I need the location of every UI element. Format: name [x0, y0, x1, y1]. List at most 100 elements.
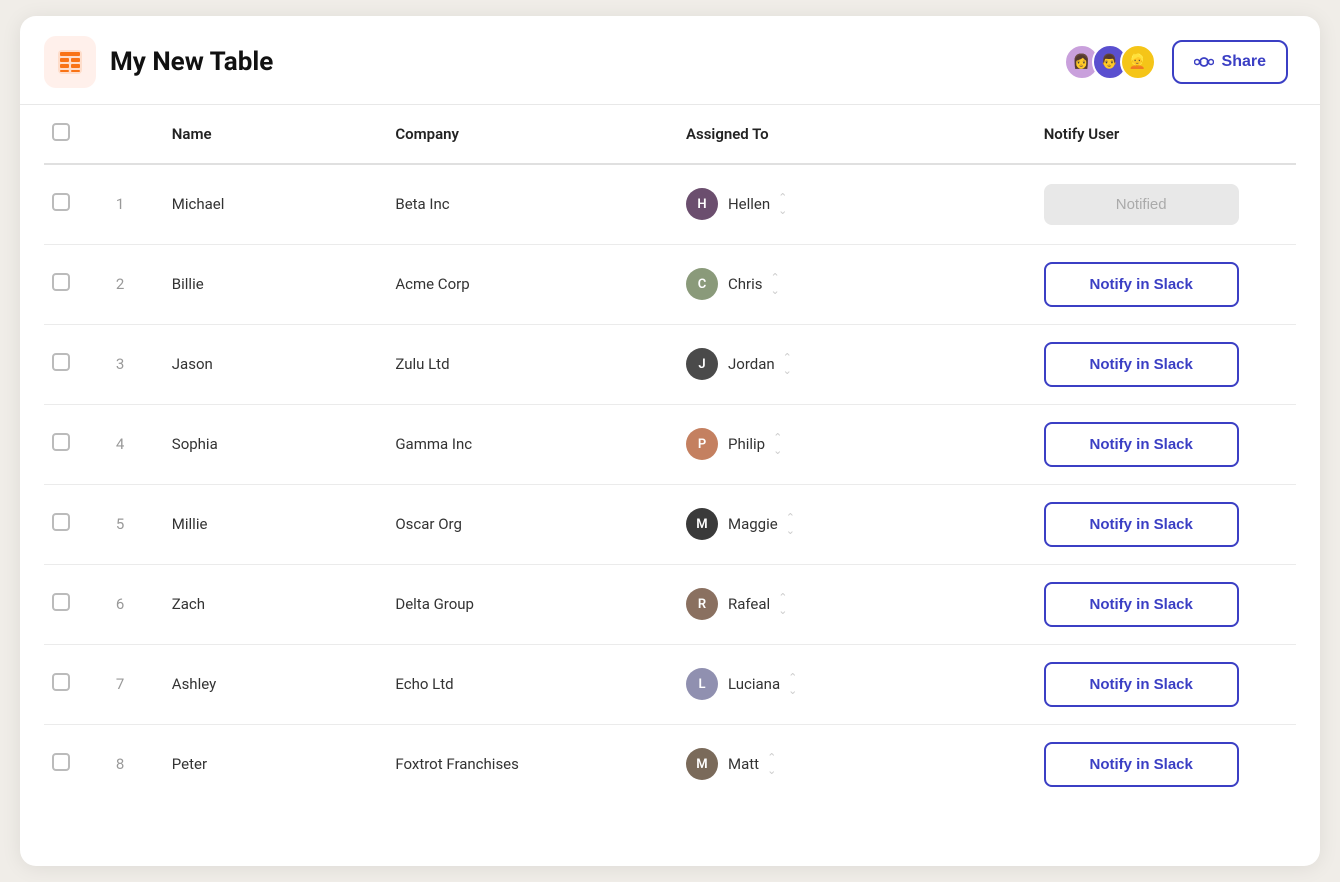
sort-arrows[interactable]: ⌃⌄ [786, 511, 795, 537]
notify-slack-button[interactable]: Notify in Slack [1044, 502, 1239, 547]
row-checkbox[interactable] [52, 673, 70, 691]
row-name: Michael [156, 164, 380, 244]
header-right: 👩 👨 👱 Share [1064, 40, 1288, 84]
notify-slack-button[interactable]: Notify in Slack [1044, 262, 1239, 307]
notify-slack-button[interactable]: Notify in Slack [1044, 342, 1239, 387]
notify-slack-button[interactable]: Notify in Slack [1044, 422, 1239, 467]
row-checkbox-cell [44, 244, 100, 324]
assigned-wrapper: MMatt ⌃⌄ [686, 748, 1012, 780]
share-button[interactable]: Share [1172, 40, 1288, 84]
row-assigned: HHellen ⌃⌄ [670, 164, 1028, 244]
header-left: My New Table [44, 36, 273, 88]
assigned-wrapper: HHellen ⌃⌄ [686, 188, 1012, 220]
row-company: Oscar Org [379, 484, 670, 564]
row-name: Peter [156, 724, 380, 804]
user-avatar: P [686, 428, 718, 460]
assigned-name: Matt [728, 755, 759, 773]
col-header-assigned: Assigned To [670, 105, 1028, 164]
row-assigned: J Jordan ⌃⌄ [670, 324, 1028, 404]
row-name: Zach [156, 564, 380, 644]
row-number: 3 [100, 324, 156, 404]
assigned-cell: C Chris [686, 268, 763, 300]
row-notify: Notify in Slack [1028, 244, 1296, 324]
row-notify: Notify in Slack [1028, 484, 1296, 564]
sort-arrows[interactable]: ⌃⌄ [773, 431, 782, 457]
assigned-cell: J Jordan [686, 348, 775, 380]
row-checkbox[interactable] [52, 193, 70, 211]
col-header-company: Company [379, 105, 670, 164]
sort-arrows[interactable]: ⌃⌄ [783, 351, 792, 377]
row-company: Foxtrot Franchises [379, 724, 670, 804]
checkbox-header [44, 105, 100, 164]
row-checkbox-cell [44, 404, 100, 484]
row-company: Zulu Ltd [379, 324, 670, 404]
row-assigned: MMaggie⌃⌄ [670, 484, 1028, 564]
row-company: Acme Corp [379, 244, 670, 324]
row-number: 2 [100, 244, 156, 324]
col-header-notify: Notify User [1028, 105, 1296, 164]
row-company: Gamma Inc [379, 404, 670, 484]
row-number: 7 [100, 644, 156, 724]
row-company: Beta Inc [379, 164, 670, 244]
user-avatar: M [686, 508, 718, 540]
col-header-name: Name [156, 105, 380, 164]
collaborator-avatars: 👩 👨 👱 [1064, 44, 1156, 80]
table-icon [56, 48, 84, 76]
table-row: 1MichaelBeta IncHHellen⌃⌄Notified [44, 164, 1296, 244]
user-avatar: L [686, 668, 718, 700]
assigned-name: Chris [728, 275, 763, 293]
table-row: 7AshleyEcho LtdLLuciana⌃⌄Notify in Slack [44, 644, 1296, 724]
row-checkbox-cell [44, 644, 100, 724]
row-checkbox-cell [44, 484, 100, 564]
sort-arrows[interactable]: ⌃⌄ [778, 591, 787, 617]
row-checkbox-cell [44, 164, 100, 244]
row-number: 5 [100, 484, 156, 564]
app-icon [44, 36, 96, 88]
user-avatar: J [686, 348, 718, 380]
data-table: Name Company Assigned To Notify User 1Mi… [44, 105, 1296, 804]
assigned-cell: MMatt [686, 748, 759, 780]
row-notify: Notify in Slack [1028, 324, 1296, 404]
row-checkbox[interactable] [52, 353, 70, 371]
notify-slack-button[interactable]: Notify in Slack [1044, 582, 1239, 627]
assigned-cell: HHellen [686, 188, 770, 220]
assigned-cell: P Philip [686, 428, 765, 460]
table-row: 3JasonZulu LtdJJordan⌃⌄Notify in Slack [44, 324, 1296, 404]
table-header-row: Name Company Assigned To Notify User [44, 105, 1296, 164]
row-checkbox[interactable] [52, 433, 70, 451]
assigned-name: Rafeal [728, 595, 770, 613]
row-checkbox[interactable] [52, 273, 70, 291]
row-assigned: R Rafeal ⌃⌄ [670, 564, 1028, 644]
sort-arrows[interactable]: ⌃⌄ [778, 191, 787, 217]
share-icon [1194, 52, 1214, 72]
header: My New Table 👩 👨 👱 Share [20, 16, 1320, 105]
assigned-wrapper: R Rafeal ⌃⌄ [686, 588, 1012, 620]
row-notify: Notified [1028, 164, 1296, 244]
row-checkbox[interactable] [52, 753, 70, 771]
notified-button: Notified [1044, 184, 1239, 225]
row-checkbox[interactable] [52, 593, 70, 611]
assigned-wrapper: J Jordan ⌃⌄ [686, 348, 1012, 380]
select-all-checkbox[interactable] [52, 123, 70, 141]
assigned-name: Jordan [728, 355, 775, 373]
sort-arrows[interactable]: ⌃⌄ [770, 271, 779, 297]
assigned-cell: LLuciana [686, 668, 780, 700]
assigned-wrapper: MMaggie⌃⌄ [686, 508, 1012, 540]
row-checkbox[interactable] [52, 513, 70, 531]
user-avatar: R [686, 588, 718, 620]
sort-arrows[interactable]: ⌃⌄ [788, 671, 797, 697]
row-notify: Notify in Slack [1028, 644, 1296, 724]
notify-slack-button[interactable]: Notify in Slack [1044, 662, 1239, 707]
user-avatar: C [686, 268, 718, 300]
assigned-name: Philip [728, 435, 765, 453]
assigned-cell: R Rafeal [686, 588, 770, 620]
row-number: 6 [100, 564, 156, 644]
sort-arrows[interactable]: ⌃⌄ [767, 751, 776, 777]
main-card: My New Table 👩 👨 👱 Share [20, 16, 1320, 866]
row-company: Delta Group [379, 564, 670, 644]
row-notify: Notify in Slack [1028, 404, 1296, 484]
notify-slack-button[interactable]: Notify in Slack [1044, 742, 1239, 787]
share-label: Share [1222, 53, 1266, 71]
col-header-num [100, 105, 156, 164]
row-company: Echo Ltd [379, 644, 670, 724]
